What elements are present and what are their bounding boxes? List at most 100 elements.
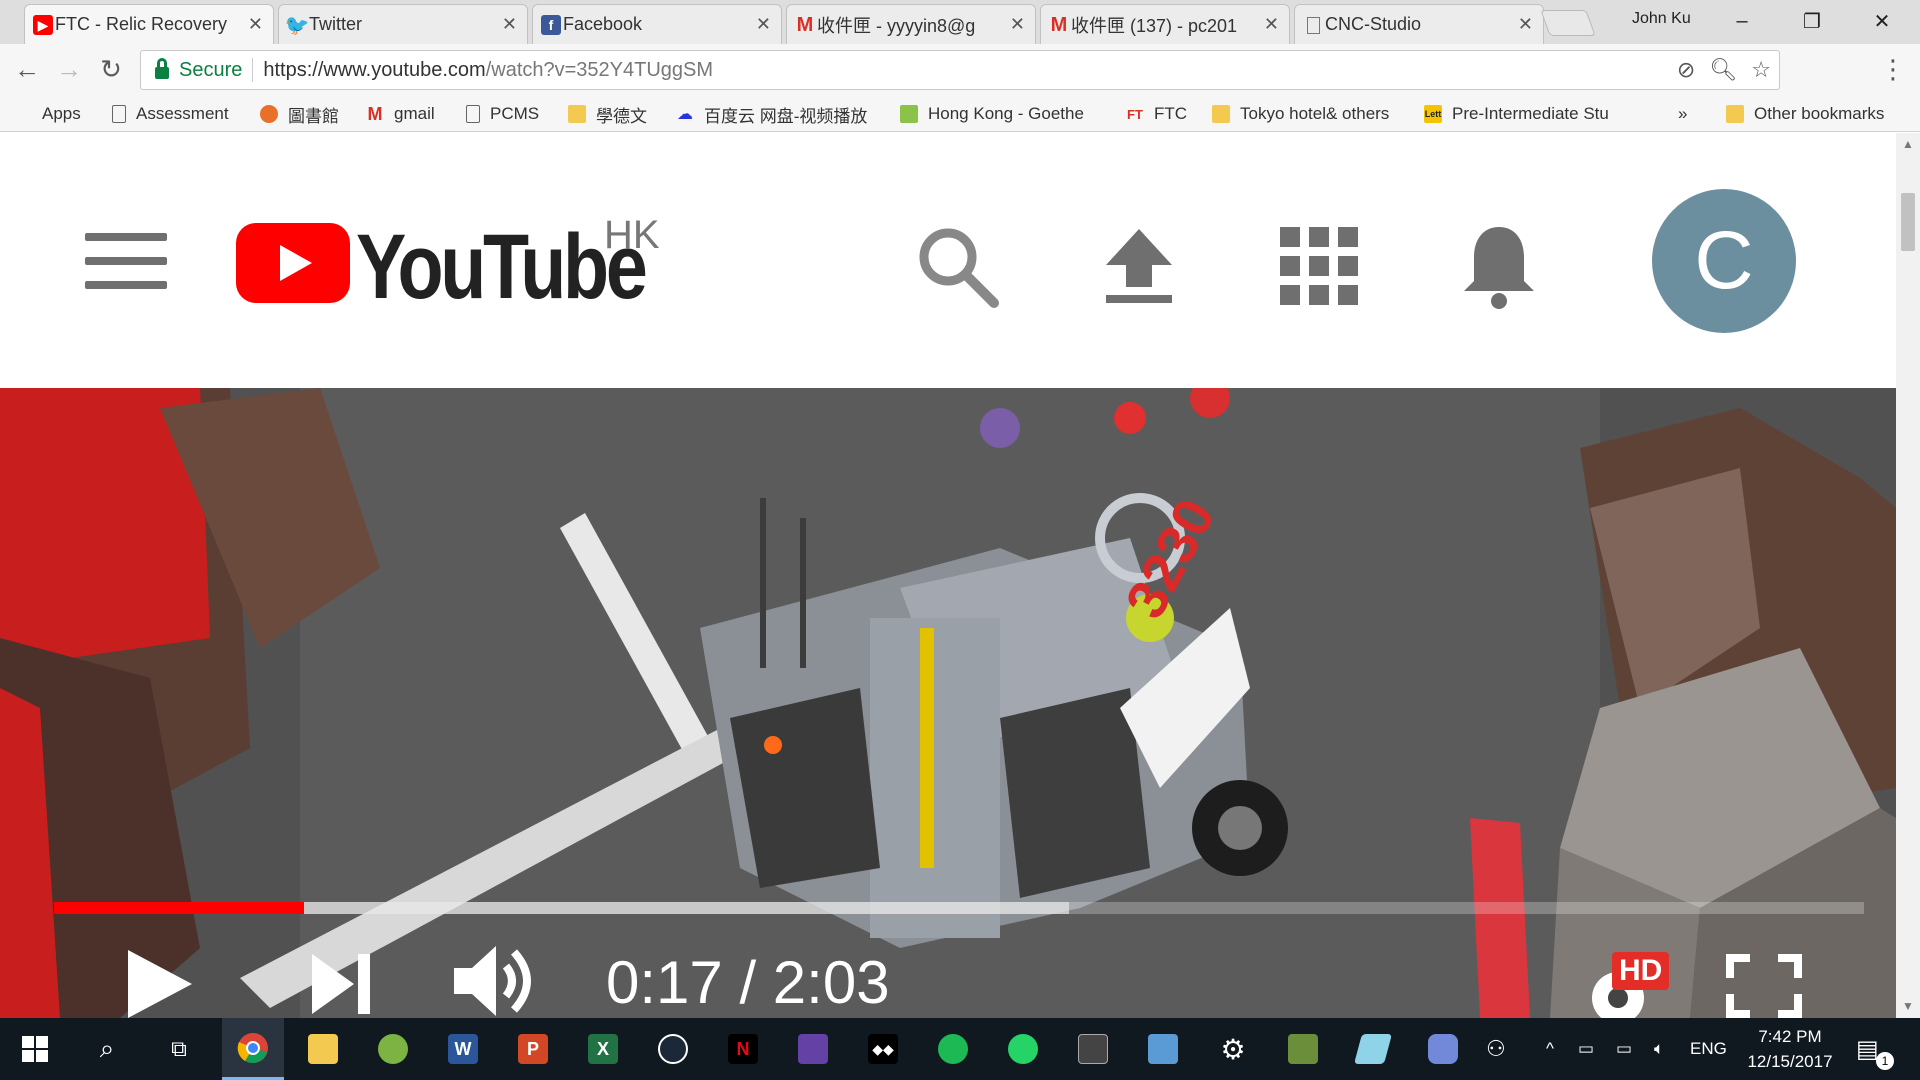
close-tab-icon[interactable]: ✕ [502,14,517,35]
page-scrollbar[interactable]: ▲ ▼ [1896,133,1920,1018]
language-indicator[interactable]: ENG [1690,1018,1727,1080]
upload-icon[interactable] [1094,221,1184,311]
whatsapp-icon[interactable] [992,1018,1054,1080]
blocked-content-icon[interactable]: ⊘ [1677,57,1695,83]
battery-icon[interactable]: ▭ [1578,1018,1594,1080]
close-tab-icon[interactable]: ✕ [248,14,263,35]
video-frame [0,388,1896,1018]
apps-icon[interactable] [1274,221,1364,311]
minimize-button[interactable]: – [1720,4,1764,38]
show-hidden-icons-icon[interactable]: ^ [1546,1018,1554,1080]
restore-button[interactable]: ❐ [1790,4,1834,38]
notifications-bell-icon[interactable] [1454,221,1544,311]
desktop: ▶ FTC - Relic Recovery ✕ 🐦 Twitter ✕ f F… [0,0,1920,1080]
powerpoint-icon[interactable]: P [502,1018,564,1080]
bookmark-folder-german[interactable]: 學德文 [568,101,647,127]
search-icon[interactable] [912,221,1002,311]
bookmark-baidu[interactable]: ☁ 百度云 网盘-视频播放 [676,101,867,127]
bookmark-apps[interactable]: Apps [14,101,81,127]
youtube-wordmark[interactable]: YouTube [356,215,648,320]
volume-tray-icon[interactable]: 🔈︎ [1654,1018,1664,1080]
tab-title: 收件匣 (137) - pc201 [1071,15,1238,36]
apps-grid-icon [14,105,32,123]
next-video-icon[interactable] [306,948,376,1018]
bookmark-label: Tokyo hotel& others [1240,104,1390,123]
remote-desktop-icon[interactable] [1132,1018,1194,1080]
bookmark-label: 百度云 网盘-视频播放 [704,106,868,126]
discord-icon[interactable] [1412,1018,1474,1080]
tidal-icon[interactable]: ◆◆ [852,1018,914,1080]
close-tab-icon[interactable]: ✕ [756,14,771,35]
bookmark-gmail[interactable]: M gmail [366,101,435,127]
netflix-icon[interactable]: N [712,1018,774,1080]
minecraft-icon[interactable] [1272,1018,1334,1080]
account-avatar[interactable]: C [1652,189,1796,333]
youtube-logo-icon[interactable] [236,223,350,303]
folder-icon [568,105,586,123]
android-studio-icon[interactable] [362,1018,424,1080]
scroll-thumb[interactable] [1901,193,1915,251]
action-center-icon[interactable]: ▤ [1856,1018,1879,1080]
forward-button[interactable]: → [52,52,86,86]
tab-twitter[interactable]: 🐦 Twitter ✕ [278,4,528,44]
clock[interactable]: 7:42 PM 12/15/2017 [1740,1024,1840,1074]
excel-icon[interactable]: X [572,1018,634,1080]
back-button[interactable]: ← [10,52,44,86]
divider [252,58,254,82]
bookmark-label: gmail [394,104,435,123]
close-tab-icon[interactable]: ✕ [1264,14,1279,35]
close-tab-icon[interactable]: ✕ [1010,14,1025,35]
tab-cnc-studio[interactable]: CNC-Studio ✕ [1294,4,1544,44]
calculator-icon[interactable] [1062,1018,1124,1080]
tab-title: Facebook [563,14,643,34]
tab-facebook[interactable]: f Facebook ✕ [532,4,782,44]
chrome-icon[interactable] [222,1018,284,1080]
video-progress-bar[interactable] [54,902,1864,914]
word-icon[interactable]: W [432,1018,494,1080]
twitch-icon[interactable] [782,1018,844,1080]
new-tab-button[interactable] [1540,10,1596,36]
file-explorer-icon[interactable] [292,1018,354,1080]
bookmark-other[interactable]: Other bookmarks [1726,101,1884,127]
profile-name[interactable]: John Ku [1632,10,1691,28]
bookmarks-overflow-button[interactable]: » [1678,101,1687,127]
tab-gmail-inbox-2[interactable]: M 收件匣 (137) - pc201 ✕ [1040,4,1290,44]
app-crystal-icon[interactable] [1342,1018,1404,1080]
gmail-icon: M [796,13,814,36]
zoom-icon[interactable]: 🔍︎ [1709,57,1737,83]
address-bar[interactable]: Secure https://www.youtube.com/watch?v=3… [140,50,1780,90]
bookmark-library[interactable]: 圖書館 [260,101,339,127]
tab-gmail-inbox-1[interactable]: M 收件匣 - yyyyin8@g ✕ [786,4,1036,44]
bookmark-star-icon[interactable]: ☆ [1751,57,1771,83]
network-icon[interactable]: ▭ [1616,1018,1632,1080]
play-icon[interactable] [120,948,200,1018]
browser-toolbar: ← → ↻ Secure https://www.youtube.com/wat… [0,44,1920,96]
steam-icon[interactable] [642,1018,704,1080]
scroll-up-arrow-icon[interactable]: ▲ [1902,137,1914,151]
bookmark-folder-tokyo[interactable]: Tokyo hotel& others [1212,101,1389,127]
hd-badge: HD [1612,952,1670,990]
close-window-button[interactable]: ✕ [1860,4,1904,38]
reload-button[interactable]: ↻ [94,52,128,86]
url-text[interactable]: https://www.youtube.com/watch?v=352Y4TUg… [263,59,713,82]
bookmark-pre-intermediate[interactable]: Lett Pre-Intermediate Stu [1424,101,1609,127]
chrome-menu-icon[interactable]: ⋮ [1880,54,1906,85]
tab-ftc-relic-recovery[interactable]: ▶ FTC - Relic Recovery ✕ [24,4,274,44]
task-view-icon[interactable]: ⧉ [148,1018,210,1080]
fullscreen-icon[interactable] [1726,954,1802,1018]
settings-gear-icon[interactable]: ⚙ [1202,1018,1264,1080]
volume-icon[interactable] [450,944,540,1018]
close-tab-icon[interactable]: ✕ [1518,14,1533,35]
scroll-down-arrow-icon[interactable]: ▼ [1902,999,1914,1013]
bookmark-goethe[interactable]: Hong Kong - Goethe [900,101,1084,127]
menu-icon[interactable] [85,233,167,289]
spotify-icon[interactable] [922,1018,984,1080]
bookmark-ftc[interactable]: FT FTC [1126,101,1187,127]
search-icon[interactable]: ⌕ [76,1018,138,1080]
video-player[interactable]: 3230 0:17 / 2:03 HD [0,388,1896,1018]
bookmark-assessment[interactable]: Assessment [112,101,229,127]
bookmark-label: Apps [42,104,81,123]
bookmark-pcms[interactable]: PCMS [466,101,539,127]
people-icon[interactable]: ⚇ [1486,1018,1506,1080]
windows-start-icon[interactable] [4,1018,66,1080]
